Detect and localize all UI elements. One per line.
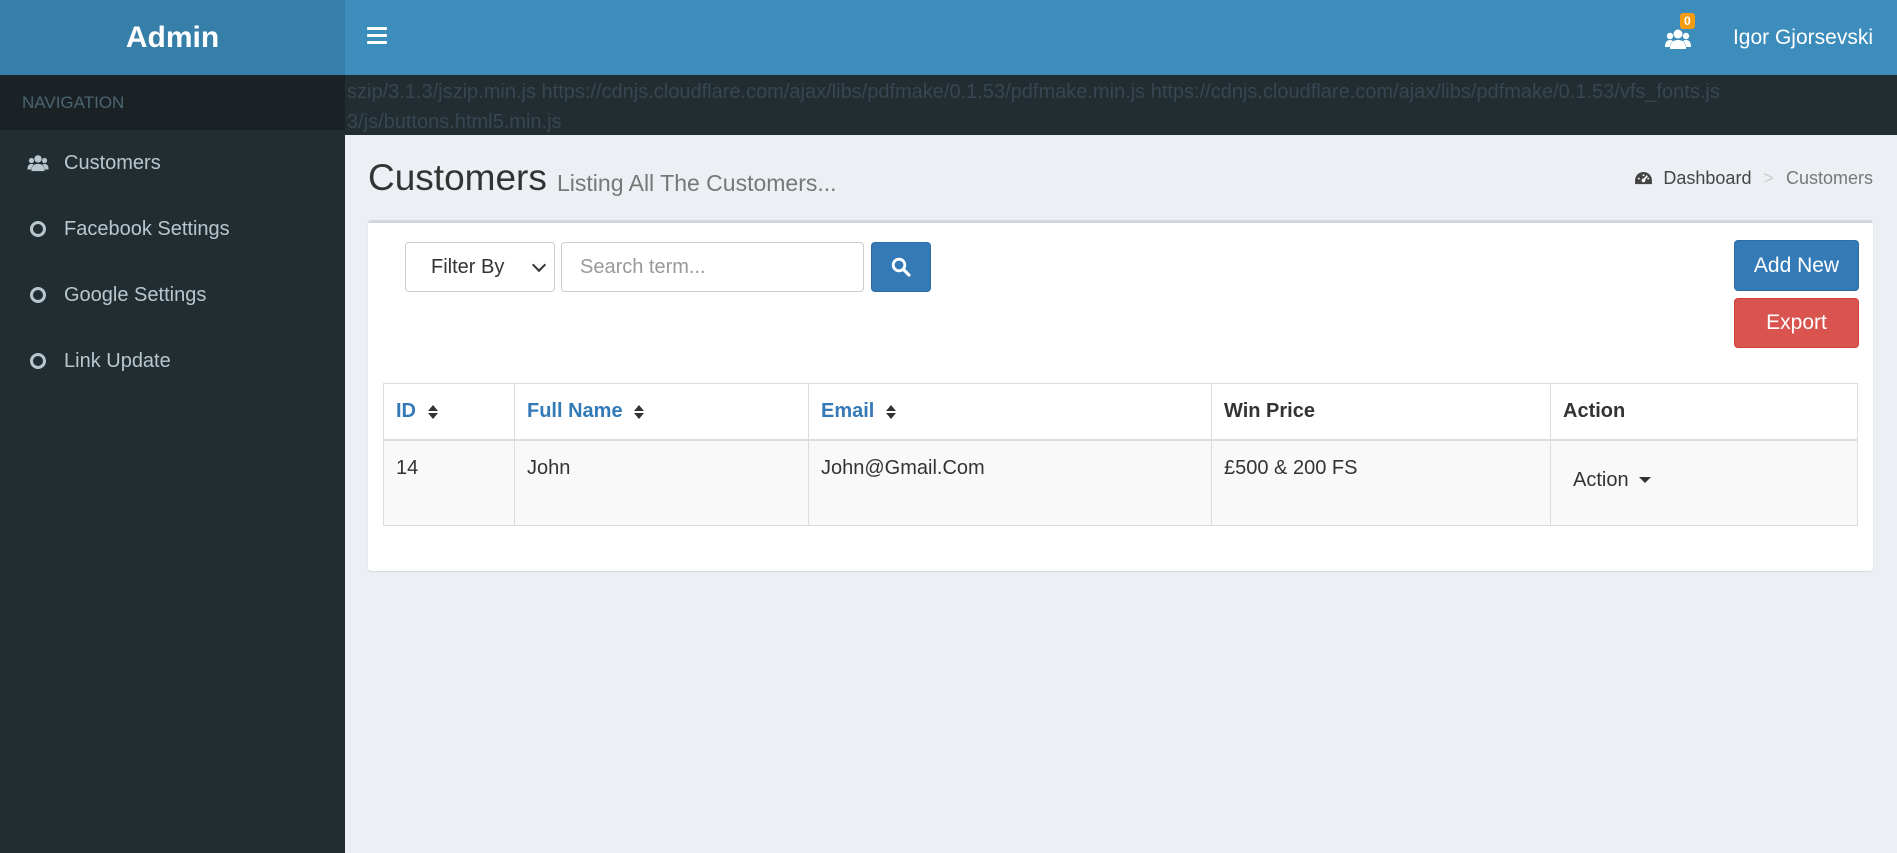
sidebar-item-customers[interactable]: Customers bbox=[0, 130, 345, 196]
sort-icon bbox=[885, 404, 896, 419]
sidebar-item-label: Customers bbox=[64, 151, 161, 174]
search-button[interactable] bbox=[871, 242, 931, 292]
script-debug-output: szip/3.1.3/jszip.min.js https://cdnjs.cl… bbox=[345, 75, 1897, 135]
sidebar-item-google-settings[interactable]: Google Settings bbox=[0, 262, 345, 328]
page-subtitle: Listing All The Customers... bbox=[557, 170, 837, 196]
debug-line: szip/3.1.3/jszip.min.js https://cdnjs.cl… bbox=[347, 81, 1720, 103]
action-label: Action bbox=[1573, 468, 1629, 491]
breadcrumb-current: Customers bbox=[1785, 168, 1873, 188]
sidebar-item-label: Facebook Settings bbox=[64, 217, 230, 240]
filter-by-label: Filter By bbox=[431, 255, 505, 278]
sidebar-item-label: Google Settings bbox=[64, 283, 207, 306]
top-navbar: 0 Igor Gjorsevski bbox=[345, 0, 1897, 75]
search-input[interactable] bbox=[561, 242, 864, 292]
user-menu[interactable]: Igor Gjorsevski bbox=[1733, 26, 1873, 50]
circle-o-icon bbox=[26, 287, 50, 303]
notification-badge: 0 bbox=[1680, 13, 1695, 29]
add-new-button[interactable]: Add New bbox=[1734, 240, 1859, 291]
customers-box: Filter By Add New Export ID Full Name Em… bbox=[368, 220, 1873, 571]
sidebar-toggle-icon[interactable] bbox=[367, 27, 387, 47]
app-logo[interactable]: Admin bbox=[0, 0, 345, 75]
breadcrumb-dashboard-link[interactable]: Dashboard bbox=[1663, 168, 1751, 189]
cell-id: 14 bbox=[383, 439, 515, 526]
table-header-row: ID Full Name Email Win Price Action bbox=[383, 383, 1858, 441]
chevron-down-icon bbox=[531, 257, 547, 273]
breadcrumb: Dashboard > Customers bbox=[1634, 168, 1873, 189]
circle-o-icon bbox=[26, 221, 50, 237]
caret-down-icon bbox=[1638, 477, 1651, 483]
cell-action: Action bbox=[1550, 439, 1858, 526]
filter-by-select[interactable]: Filter By bbox=[405, 242, 555, 292]
column-header-full-name[interactable]: Full Name bbox=[514, 383, 809, 441]
circle-o-icon bbox=[26, 353, 50, 369]
cell-full-name: John bbox=[514, 439, 809, 526]
column-header-id[interactable]: ID bbox=[383, 383, 515, 441]
sidebar: NAVIGATION Customers Facebook Settings G… bbox=[0, 75, 345, 853]
users-icon bbox=[26, 154, 50, 172]
sidebar-item-label: Link Update bbox=[64, 349, 171, 372]
column-header-win-price: Win Price bbox=[1211, 383, 1551, 441]
cell-email: John@Gmail.Com bbox=[808, 439, 1212, 526]
cell-win-price: £500 & 200 FS bbox=[1211, 439, 1551, 526]
export-button[interactable]: Export bbox=[1734, 298, 1859, 348]
debug-line: 3/js/buttons.html5.min.js bbox=[347, 111, 562, 133]
sort-icon bbox=[427, 404, 438, 419]
dashboard-icon bbox=[1634, 171, 1653, 186]
customers-table: ID Full Name Email Win Price Action 14 J… bbox=[383, 383, 1858, 526]
page-title: Customers bbox=[368, 157, 547, 198]
action-dropdown-button[interactable]: Action bbox=[1573, 469, 1651, 492]
nav-header: NAVIGATION bbox=[0, 75, 345, 130]
search-icon bbox=[891, 257, 911, 277]
column-header-action: Action bbox=[1550, 383, 1858, 441]
sidebar-item-facebook-settings[interactable]: Facebook Settings bbox=[0, 196, 345, 262]
breadcrumb-separator: > bbox=[1763, 168, 1774, 188]
sort-icon bbox=[634, 404, 645, 419]
sidebar-item-link-update[interactable]: Link Update bbox=[0, 328, 345, 394]
table-row: 14 John John@Gmail.Com £500 & 200 FS Act… bbox=[383, 439, 1858, 526]
column-header-email[interactable]: Email bbox=[808, 383, 1212, 441]
